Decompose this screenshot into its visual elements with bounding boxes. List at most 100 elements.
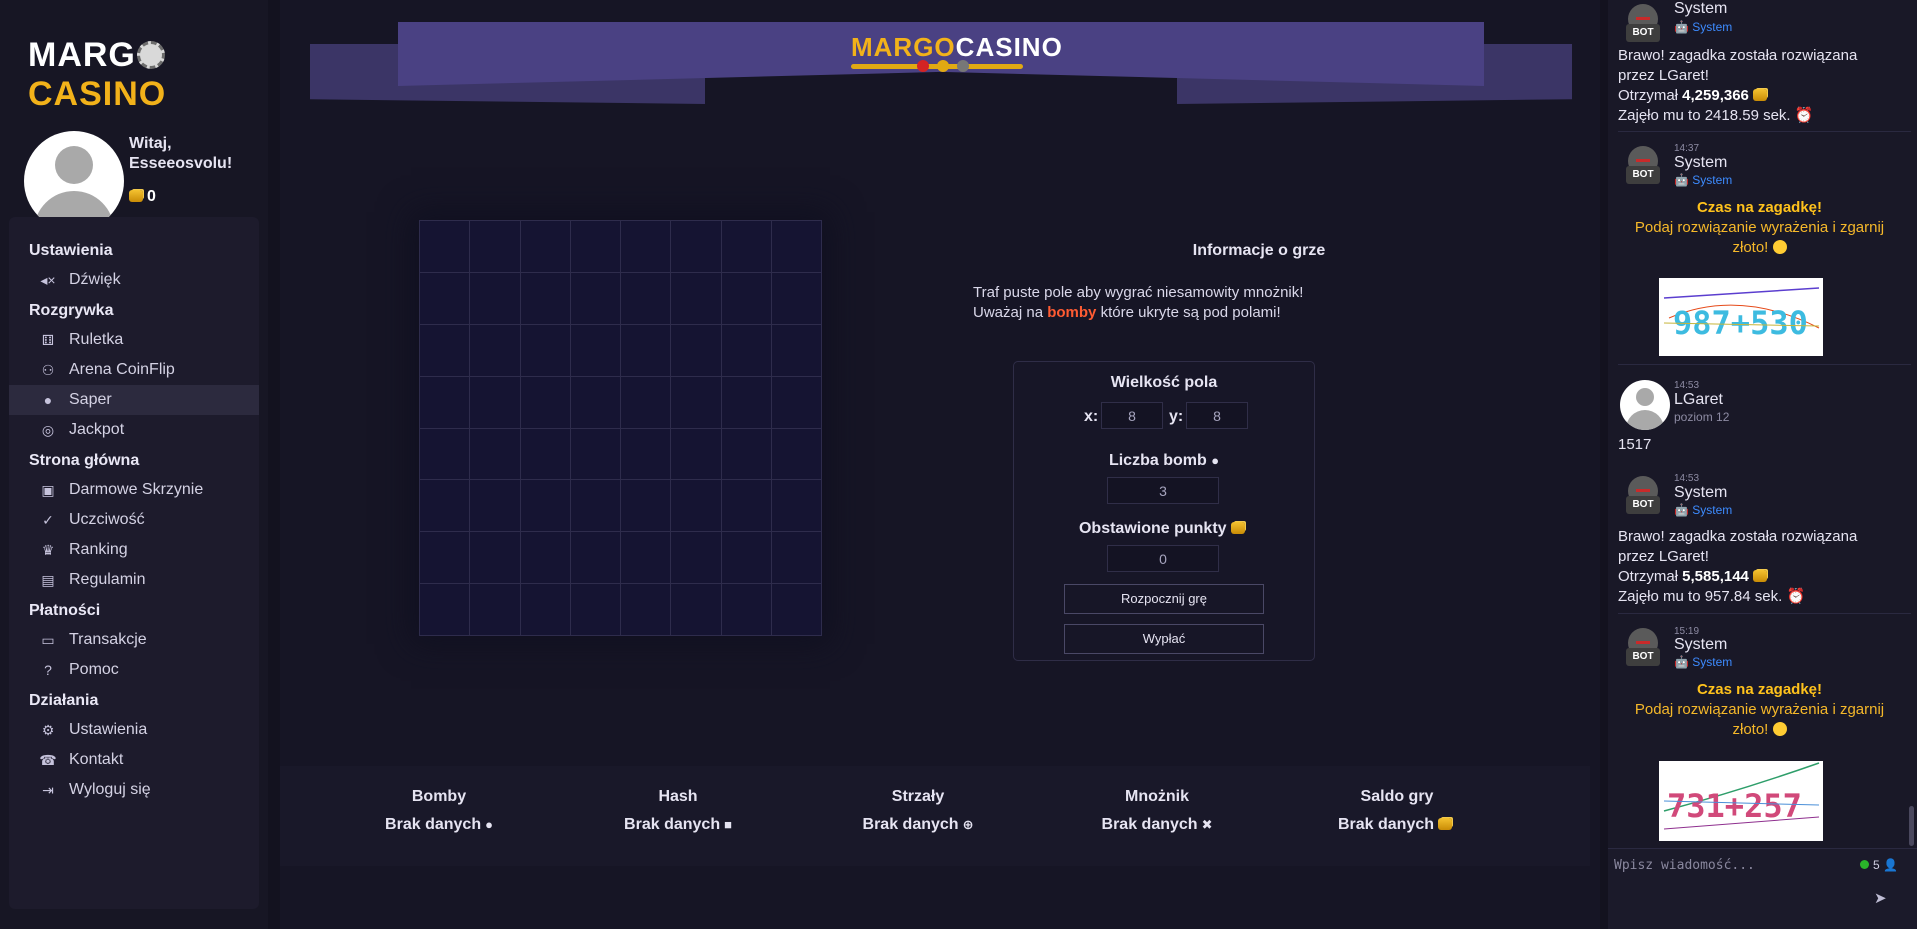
bombs-count-input[interactable] <box>1107 477 1219 504</box>
board-cell[interactable] <box>469 531 521 585</box>
board-cell[interactable] <box>720 531 772 585</box>
board-cell[interactable] <box>519 220 571 273</box>
board-cell[interactable] <box>469 220 521 273</box>
sidebar-item-arena-coinflip[interactable]: ⚇ Arena CoinFlip <box>9 355 259 385</box>
board-cell[interactable] <box>670 271 722 325</box>
user-avatar[interactable] <box>1620 380 1670 430</box>
board-cell[interactable] <box>418 427 471 481</box>
board-cell[interactable] <box>418 271 471 325</box>
board-cell[interactable] <box>469 375 521 429</box>
board-cell[interactable] <box>670 531 722 585</box>
board-cell[interactable] <box>770 531 823 585</box>
sidebar-item-label: Darmowe Skrzynie <box>69 481 204 498</box>
sidebar-item-sound[interactable]: ◂× Dźwięk <box>9 265 259 295</box>
board-cell[interactable] <box>670 583 722 636</box>
board-cell[interactable] <box>519 323 571 377</box>
board-cell[interactable] <box>720 323 772 377</box>
chat-author[interactable]: LGaret <box>1674 391 1723 409</box>
start-game-button[interactable]: Rozpocznij grę <box>1064 584 1264 614</box>
sidebar-item-ranking[interactable]: ♛ Ranking <box>9 535 259 565</box>
board-cell[interactable] <box>770 427 823 481</box>
board-cell[interactable] <box>519 531 571 585</box>
board-cell[interactable] <box>770 583 823 636</box>
board-cell[interactable] <box>619 479 672 533</box>
sidebar-item-saper[interactable]: ● Saper <box>9 385 259 415</box>
board-cell[interactable] <box>469 479 521 533</box>
sidebar-item-contact[interactable]: ☎ Kontakt <box>9 745 259 775</box>
board-cell[interactable] <box>720 271 772 325</box>
sidebar-item-transactions[interactable]: ▭ Transakcje <box>9 625 259 655</box>
system-badge: 🤖 System <box>1674 173 1733 187</box>
user-avatar[interactable] <box>24 131 124 231</box>
board-cell[interactable] <box>720 375 772 429</box>
sidebar-item-fairness[interactable]: ✓ Uczciwość <box>9 505 259 535</box>
board-cell[interactable] <box>469 271 521 325</box>
board-cell[interactable] <box>720 583 772 636</box>
cashout-button[interactable]: Wypłać <box>1064 624 1264 654</box>
board-cell[interactable] <box>569 583 622 636</box>
stat-title: Mnożnik <box>1125 788 1189 805</box>
chat-text-line: Brawo! zagadka została rozwiązana <box>1618 528 1858 545</box>
system-badge: 🤖 System <box>1674 503 1733 517</box>
board-cell[interactable] <box>770 375 823 429</box>
chat-scrollbar[interactable] <box>1909 806 1914 846</box>
logo-text-margo: MARG <box>28 36 136 74</box>
board-cell[interactable] <box>569 375 622 429</box>
board-cell[interactable] <box>619 220 672 273</box>
board-cell[interactable] <box>619 375 672 429</box>
sidebar-item-jackpot[interactable]: ◎ Jackpot <box>9 415 259 445</box>
board-cell[interactable] <box>770 271 823 325</box>
board-cell[interactable] <box>418 531 471 585</box>
board-cell[interactable] <box>569 220 622 273</box>
board-cell[interactable] <box>619 583 672 636</box>
board-cell[interactable] <box>770 220 823 273</box>
board-cell[interactable] <box>670 220 722 273</box>
board-cell[interactable] <box>670 375 722 429</box>
grid-x-input[interactable] <box>1101 402 1163 429</box>
sidebar-item-roulette[interactable]: ⚅ Ruletka <box>9 325 259 355</box>
board-cell[interactable] <box>670 323 722 377</box>
sidebar-item-logout[interactable]: ⇥ Wyloguj się <box>9 775 259 805</box>
board-cell[interactable] <box>670 479 722 533</box>
board-cell[interactable] <box>469 323 521 377</box>
board-cell[interactable] <box>469 583 521 636</box>
bet-amount-input[interactable] <box>1107 545 1219 572</box>
board-cell[interactable] <box>569 323 622 377</box>
captcha-text: 731+257 <box>1667 787 1802 825</box>
board-cell[interactable] <box>569 271 622 325</box>
board-cell[interactable] <box>418 323 471 377</box>
board-cell[interactable] <box>619 323 672 377</box>
board-cell[interactable] <box>418 220 471 273</box>
board-cell[interactable] <box>519 479 571 533</box>
board-cell[interactable] <box>720 427 772 481</box>
board-cell[interactable] <box>519 427 571 481</box>
board-cell[interactable] <box>770 479 823 533</box>
board-cell[interactable] <box>418 583 471 636</box>
board-cell[interactable] <box>519 271 571 325</box>
board-cell[interactable] <box>569 531 622 585</box>
site-logo[interactable]: MARGCASINO <box>28 36 268 114</box>
board-cell[interactable] <box>720 479 772 533</box>
board-cell[interactable] <box>670 427 722 481</box>
board-cell[interactable] <box>720 220 772 273</box>
board-cell[interactable] <box>519 583 571 636</box>
board-cell[interactable] <box>569 479 622 533</box>
board-cell[interactable] <box>469 427 521 481</box>
sidebar-item-account-settings[interactable]: ⚙ Ustawienia <box>9 715 259 745</box>
send-message-icon[interactable]: ➤ <box>1874 889 1894 907</box>
sidebar-item-rules[interactable]: ▤ Regulamin <box>9 565 259 595</box>
board-cell[interactable] <box>519 375 571 429</box>
chat-message-input[interactable] <box>1614 855 1844 875</box>
board-cell[interactable] <box>770 323 823 377</box>
board-cell[interactable] <box>418 375 471 429</box>
sidebar-item-free-cases[interactable]: ▣ Darmowe Skrzynie <box>9 475 259 505</box>
chat-text-part: Otrzymał <box>1618 568 1678 585</box>
board-cell[interactable] <box>619 271 672 325</box>
board-cell[interactable] <box>619 427 672 481</box>
board-cell[interactable] <box>569 427 622 481</box>
board-cell[interactable] <box>619 531 672 585</box>
grid-y-input[interactable] <box>1186 402 1248 429</box>
sidebar-item-help[interactable]: ? Pomoc <box>9 655 259 685</box>
board-cell[interactable] <box>418 479 471 533</box>
chat-text: Brawo! zagadka została rozwiązana przez … <box>1618 527 1908 607</box>
